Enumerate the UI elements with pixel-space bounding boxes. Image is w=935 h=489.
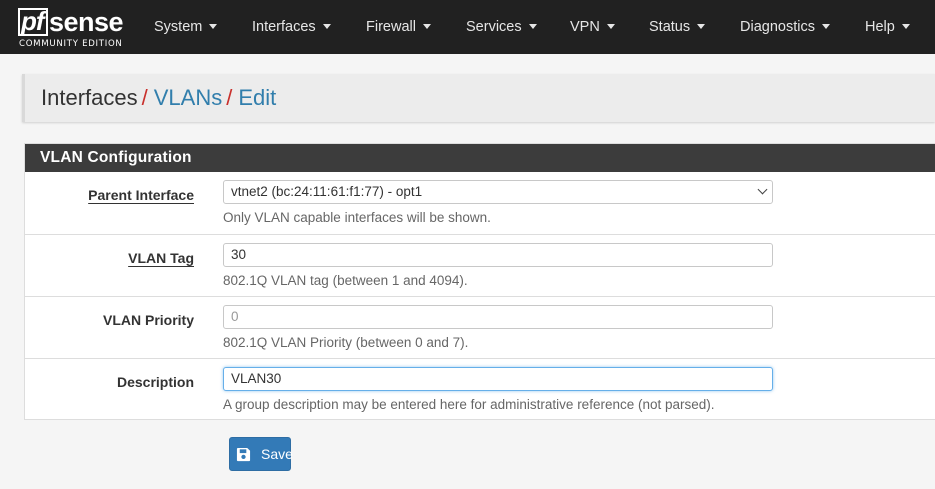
description-label: Description xyxy=(116,374,194,390)
breadcrumb-separator: / xyxy=(226,85,233,110)
vlan-tag-label: VLAN Tag xyxy=(128,250,194,266)
breadcrumb-vlans-link[interactable]: VLANs xyxy=(154,85,222,110)
nav-firewall[interactable]: Firewall xyxy=(366,0,431,54)
vlan-priority-help: 802.1Q VLAN Priority (between 0 and 7). xyxy=(223,335,469,350)
vlan-config-panel: VLAN Configuration Parent Interface vtne… xyxy=(24,143,935,420)
breadcrumb-separator: / xyxy=(141,85,148,110)
vlan-tag-input[interactable]: 30 xyxy=(223,243,773,267)
form-row-vlan-tag: VLAN Tag 30 802.1Q VLAN tag (between 1 a… xyxy=(25,234,935,296)
breadcrumb-interfaces: Interfaces xyxy=(41,85,138,110)
save-button[interactable]: Save xyxy=(229,437,293,471)
logo-pf-box: pf xyxy=(18,8,48,36)
brand-edition: COMMUNITY EDITION xyxy=(19,39,123,49)
caret-down-icon xyxy=(821,23,830,29)
form-row-parent-interface: Parent Interface vtnet2 (bc:24:11:61:f1:… xyxy=(25,172,935,234)
caret-down-icon xyxy=(422,23,431,29)
nav-vpn[interactable]: VPN xyxy=(570,0,615,54)
caret-down-icon xyxy=(697,23,706,29)
pfsense-logo[interactable]: pf sense COMMUNITY EDITION xyxy=(18,6,128,50)
caret-down-icon xyxy=(322,23,331,29)
caret-down-icon xyxy=(209,23,218,29)
parent-interface-label: Parent Interface xyxy=(88,187,194,203)
parent-interface-help: Only VLAN capable interfaces will be sho… xyxy=(223,210,491,225)
vlan-priority-input[interactable]: 0 xyxy=(223,305,773,329)
breadcrumb: Interfaces / VLANs / Edit xyxy=(41,84,276,112)
nav-system[interactable]: System xyxy=(154,0,218,54)
nav-interfaces[interactable]: Interfaces xyxy=(252,0,331,54)
caret-down-icon xyxy=(901,23,910,29)
vlan-tag-help: 802.1Q VLAN tag (between 1 and 4094). xyxy=(223,273,468,288)
form-row-description: Description VLAN30 A group description m… xyxy=(25,358,935,420)
form-row-vlan-priority: VLAN Priority 0 802.1Q VLAN Priority (be… xyxy=(25,296,935,358)
nav-help[interactable]: Help xyxy=(865,0,910,54)
breadcrumb-bar: Interfaces / VLANs / Edit xyxy=(22,74,935,122)
description-help: A group description may be entered here … xyxy=(223,397,715,412)
chevron-down-icon xyxy=(757,184,768,195)
description-input[interactable]: VLAN30 xyxy=(223,367,773,391)
logo-sense-text: sense xyxy=(49,7,124,37)
caret-down-icon xyxy=(606,23,615,29)
nav-services[interactable]: Services xyxy=(466,0,537,54)
parent-interface-select[interactable]: vtnet2 (bc:24:11:61:f1:77) - opt1 xyxy=(223,180,773,204)
vlan-priority-label: VLAN Priority xyxy=(102,312,194,328)
nav-status[interactable]: Status xyxy=(649,0,706,54)
caret-down-icon xyxy=(528,23,537,29)
floppy-disk-icon xyxy=(236,447,251,462)
nav-diagnostics[interactable]: Diagnostics xyxy=(740,0,830,54)
top-navbar: pf sense COMMUNITY EDITION System Interf… xyxy=(0,0,935,54)
panel-title: VLAN Configuration xyxy=(25,144,935,172)
breadcrumb-edit-link[interactable]: Edit xyxy=(238,85,276,110)
